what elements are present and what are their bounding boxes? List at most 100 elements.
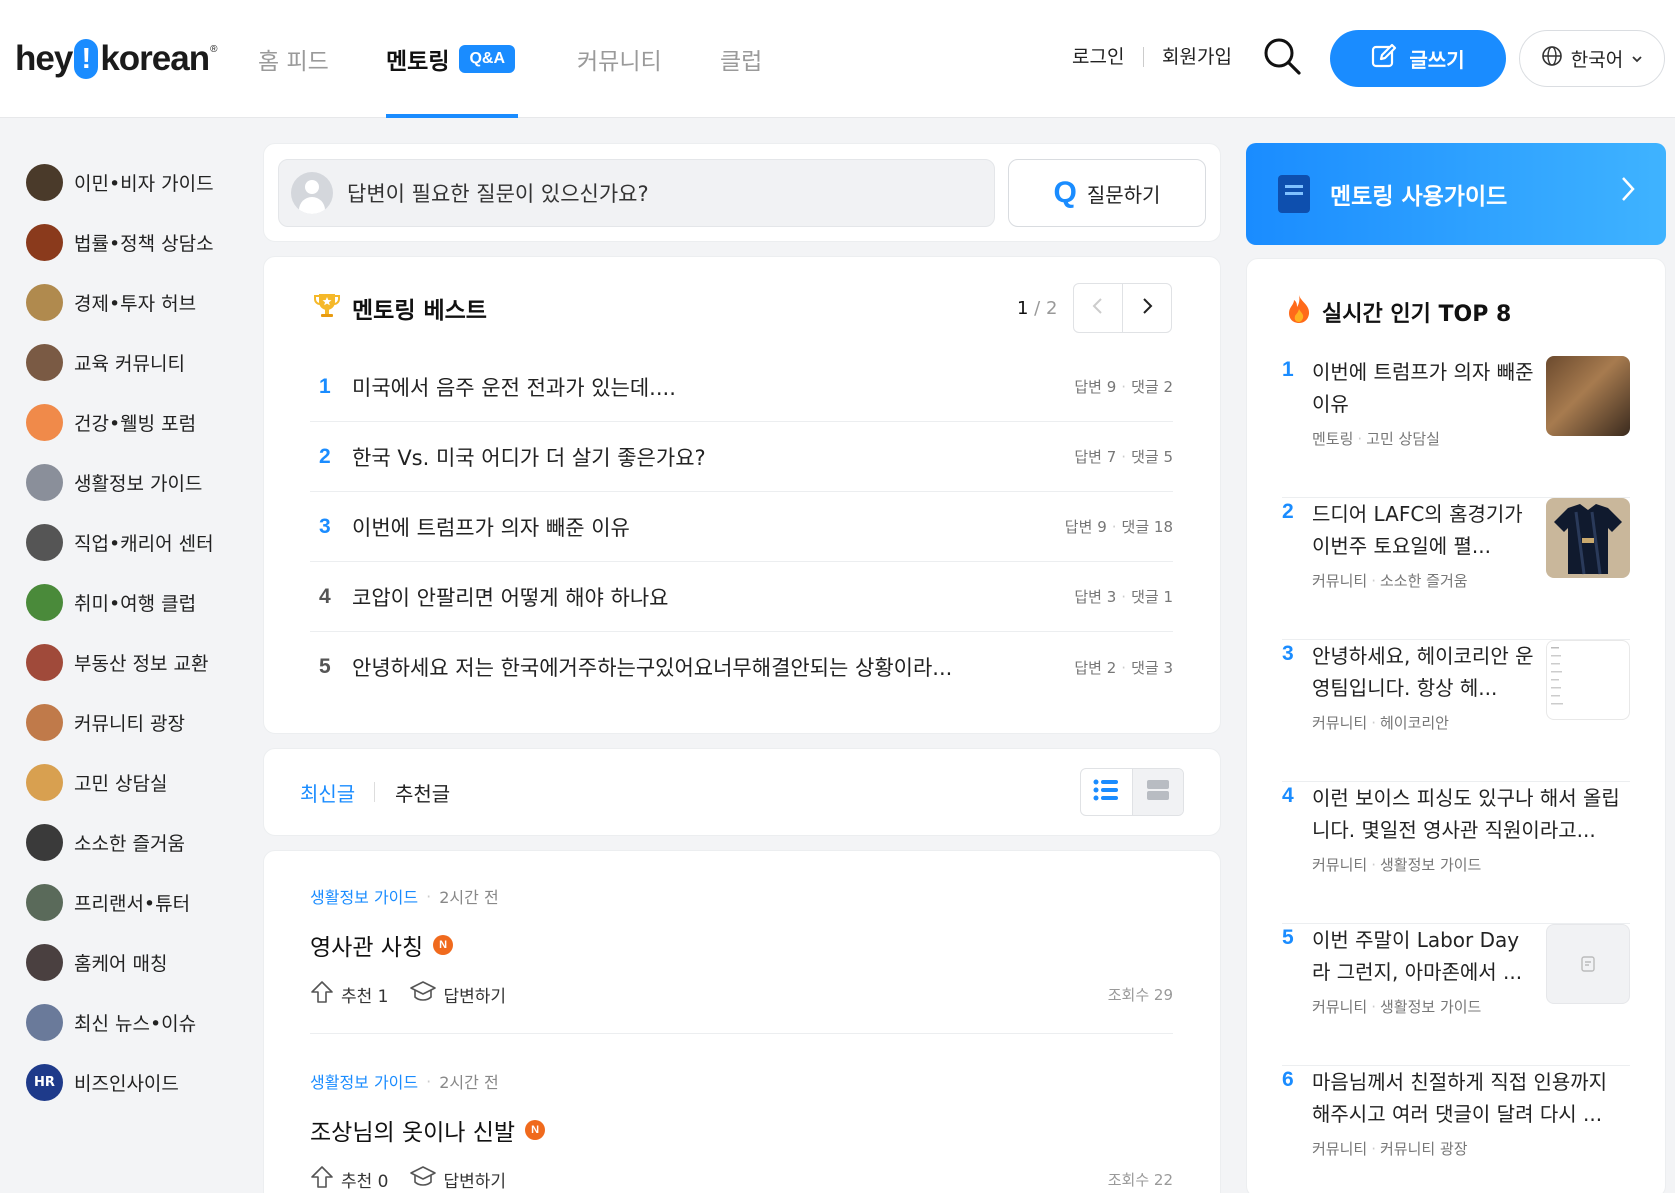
sidebar-item[interactable]: 교육 커뮤니티 — [26, 332, 236, 392]
nav-tab-community[interactable]: 커뮤니티 — [577, 36, 662, 82]
answer-count: 7 — [1106, 448, 1117, 466]
popular-item[interactable]: 1 이번에 트럼프가 의자 빼준 이유 멘토링 · 고민 상담실 — [1282, 356, 1630, 498]
popular-item[interactable]: 6 마음님께서 친절하게 직접 인용까지 해주시고 여러 댓글이 달려 다시 ..… — [1282, 1066, 1630, 1193]
meta-dot: · — [1111, 518, 1117, 536]
best-prev-button[interactable] — [1073, 283, 1123, 333]
nav-tab-mentoring[interactable]: 멘토링 Q&A — [386, 36, 516, 82]
post-time: 2시간 전 — [439, 1073, 499, 1092]
popular-rank: 5 — [1282, 926, 1294, 949]
meta-dot: · — [1121, 658, 1127, 677]
best-title: 미국에서 음주 운전 전과가 있는데.... — [352, 375, 676, 400]
upvote-button[interactable]: 추천 0 — [310, 1165, 389, 1193]
list-view-button[interactable] — [1081, 769, 1132, 815]
trophy-icon — [312, 290, 342, 326]
popular-body: 이번 주말이 Labor Day 라 그런지, 아마존에서 ... 커뮤니티 · 생활… — [1312, 924, 1534, 1065]
post-title[interactable]: 조상님의 옷이나 신발 — [310, 1113, 515, 1147]
search-icon[interactable] — [1262, 36, 1302, 76]
card-view-button[interactable] — [1131, 769, 1183, 815]
comment-count: 5 — [1163, 448, 1173, 466]
category-avatar — [26, 163, 63, 201]
sidebar-item[interactable]: 취미•여행 클럽 — [26, 572, 236, 632]
answer-button[interactable]: 답변하기 — [409, 980, 506, 1009]
comment-label: 댓글 — [1131, 378, 1159, 396]
best-list-item[interactable]: 2 한국 Vs. 미국 어디가 더 살기 좋은가요? 답변 7 · 댓글 5 — [310, 422, 1173, 492]
answer-button[interactable]: 답변하기 — [409, 1165, 506, 1193]
category-avatar — [26, 343, 63, 381]
sidebar-item[interactable]: 이민•비자 가이드 — [26, 152, 236, 212]
sidebar-item[interactable]: 생활정보 가이드 — [26, 452, 236, 512]
fire-icon — [1286, 294, 1312, 330]
nav-tab-club[interactable]: 클럽 — [720, 36, 762, 82]
comment-label: 댓글 — [1131, 588, 1159, 606]
sidebar-item[interactable]: 프리랜서•튜터 — [26, 872, 236, 932]
answer-count: 3 — [1106, 588, 1117, 606]
popular-item[interactable]: 5 이번 주말이 Labor Day 라 그런지, 아마존에서 ... 커뮤니티 · 생… — [1282, 924, 1630, 1066]
popular-meta: 커뮤니티 · 생활정보 가이드 — [1312, 854, 1630, 875]
ask-question-input[interactable]: 답변이 필요한 질문이 있으신가요? — [278, 159, 995, 227]
category-avatar — [26, 943, 63, 981]
best-list-item[interactable]: 4 코압이 안팔리면 어떻게 해야 하나요 답변 3 · 댓글 1 — [310, 562, 1173, 632]
popular-item[interactable]: 2 드디어 LAFC의 홈경기가 이번주 토요일에 펼... 커뮤니티 · 소소한 즐거… — [1282, 498, 1630, 640]
signup-link[interactable]: 회원가입 — [1162, 42, 1232, 69]
sidebar-item[interactable]: 직업•캐리어 센터 — [26, 512, 236, 572]
post-title[interactable]: 영사관 사칭 — [310, 928, 423, 962]
popular-meta: 커뮤니티 · 커뮤니티 광장 — [1312, 1138, 1630, 1159]
post-category[interactable]: 생활정보 가이드 — [310, 884, 418, 908]
post-category[interactable]: 생활정보 가이드 — [310, 1069, 418, 1093]
site-logo[interactable]: hey ! korean ® — [15, 36, 218, 82]
post-time: 2시간 전 — [439, 888, 499, 907]
popular-thumbnail — [1546, 924, 1630, 1004]
sidebar-item[interactable]: 커뮤니티 광장 — [26, 692, 236, 752]
sidebar-item-label: 이민•비자 가이드 — [74, 172, 214, 195]
sidebar-item-label: 생활정보 가이드 — [74, 472, 203, 495]
best-list-item[interactable]: 3 이번에 트럼프가 의자 빼준 이유 답변 9 · 댓글 18 — [310, 492, 1173, 562]
upvote-arrow-icon — [310, 1165, 334, 1193]
category-sidebar: 이민•비자 가이드법률•정책 상담소 경제•투자 허브 교육 커뮤니티 건강•웰빙 포… — [26, 152, 236, 1112]
feed-post[interactable]: 생활정보 가이드 · 2시간 전 조상님의 옷이나 신발 N 추천 0 답변하기 조회수 22 — [310, 1069, 1173, 1193]
sidebar-item[interactable]: 부동산 정보 교환 — [26, 632, 236, 692]
post-meta: 생활정보 가이드 · 2시간 전 — [310, 884, 1173, 908]
upvote-label: 추천 0 — [341, 1172, 389, 1192]
mentoring-guide-banner[interactable]: 멘토링 사용가이드 — [1246, 143, 1666, 245]
meta-dot: · — [1371, 856, 1376, 874]
sidebar-item[interactable]: 건강•웰빙 포럼 — [26, 392, 236, 452]
best-list-item[interactable]: 1 미국에서 음주 운전 전과가 있는데.... 답변 9 · 댓글 2 — [310, 352, 1173, 422]
post-actions: 추천 0 답변하기 조회수 22 — [310, 1165, 1173, 1193]
sidebar-item[interactable]: 최신 뉴스•이슈 — [26, 992, 236, 1052]
popular-thumbnail — [1546, 356, 1630, 436]
sidebar-item[interactable]: 홈케어 매칭 — [26, 932, 236, 992]
sidebar-item[interactable]: 경제•투자 허브 — [26, 272, 236, 332]
feed-post[interactable]: 생활정보 가이드 · 2시간 전 영사관 사칭 N 추천 1 답변하기 조회수 29 — [310, 884, 1173, 1009]
best-page-current: 1 — [1017, 298, 1029, 319]
guide-book-icon — [1278, 175, 1310, 213]
nav-tab-home-feed[interactable]: 홈 피드 — [258, 36, 329, 82]
post-title-row: 조상님의 옷이나 신발 N — [310, 1113, 1173, 1147]
language-label: 한국어 — [1570, 49, 1624, 71]
meta-dot: · — [1121, 378, 1127, 396]
sidebar-item[interactable]: 소소한 즐거움 — [26, 812, 236, 872]
popular-rank: 1 — [1282, 358, 1294, 381]
upvote-button[interactable]: 추천 1 — [310, 980, 389, 1009]
sidebar-item-label: 직업•캐리어 센터 — [74, 532, 214, 555]
best-list-item[interactable]: 5 안녕하세요 저는 한국에거주하는구있어요너무해결안되는 상황이라... 답변 2… — [310, 632, 1173, 702]
popular-body: 이번에 트럼프가 의자 빼준 이유 멘토링 · 고민 상담실 — [1312, 356, 1534, 497]
write-post-button[interactable]: 글쓰기 — [1330, 30, 1506, 87]
login-link[interactable]: 로그인 — [1072, 42, 1124, 69]
tab-recent[interactable]: 최신글 — [300, 778, 355, 807]
best-page-separator: / — [1028, 298, 1046, 319]
ask-question-button[interactable]: Q 질문하기 — [1008, 159, 1206, 227]
popular-subboard: 생활정보 가이드 — [1379, 856, 1482, 874]
sidebar-item[interactable]: HR 비즈인사이드 — [26, 1052, 236, 1112]
sidebar-item[interactable]: 법률•정책 상담소 — [26, 212, 236, 272]
category-avatar — [26, 883, 63, 921]
sidebar-item[interactable]: 고민 상담실 — [26, 752, 236, 812]
tab-recommended[interactable]: 추천글 — [395, 778, 450, 807]
popular-item[interactable]: 4 이런 보이스 피싱도 있구나 해서 올립니다. 몇일전 영사관 직원이라고..… — [1282, 782, 1630, 924]
popular-item[interactable]: 3 안녕하세요, 헤이코리안 운영팀입니다. 항상 헤... 커뮤니티 · 헤이코리안 — [1282, 640, 1630, 782]
best-next-button[interactable] — [1122, 283, 1172, 333]
meta-dot: · — [1121, 588, 1127, 606]
language-selector[interactable]: 한국어 — [1519, 30, 1665, 87]
popular-board: 커뮤니티 — [1312, 714, 1368, 732]
comment-label: 댓글 — [1121, 518, 1150, 536]
logo-text-left: hey — [15, 39, 73, 78]
